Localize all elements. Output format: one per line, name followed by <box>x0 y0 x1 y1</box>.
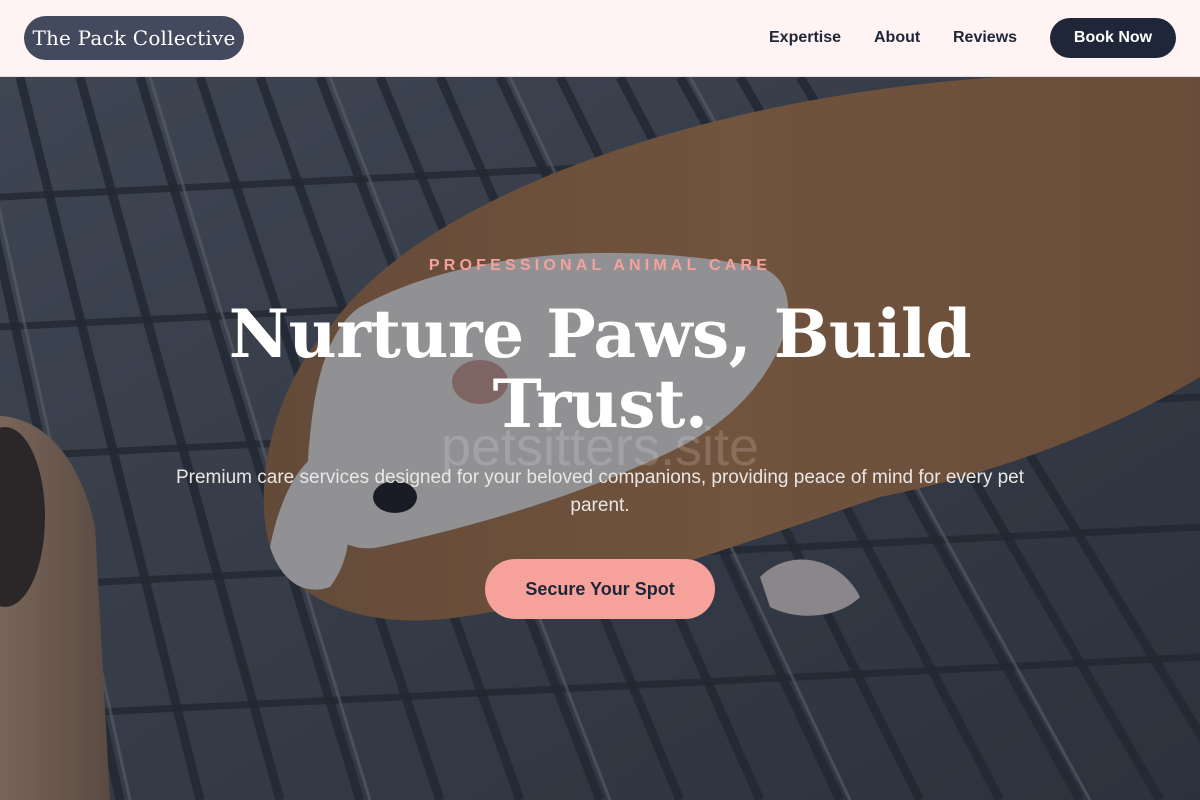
hero-section: PROFESSIONAL ANIMAL CARE Nurture Paws, B… <box>0 77 1200 800</box>
secure-your-spot-button[interactable]: Secure Your Spot <box>485 559 715 619</box>
site-header: The Pack Collective Expertise About Revi… <box>0 0 1200 77</box>
hero-subtext: Premium care services designed for your … <box>175 467 1025 516</box>
hero-eyebrow: PROFESSIONAL ANIMAL CARE <box>428 257 772 274</box>
brand-logo[interactable]: The Pack Collective <box>24 16 244 60</box>
nav-expertise[interactable]: Expertise <box>769 27 841 49</box>
nav-reviews[interactable]: Reviews <box>953 27 1017 49</box>
book-now-button[interactable]: Book Now <box>1050 18 1176 58</box>
nav-about[interactable]: About <box>874 27 920 49</box>
